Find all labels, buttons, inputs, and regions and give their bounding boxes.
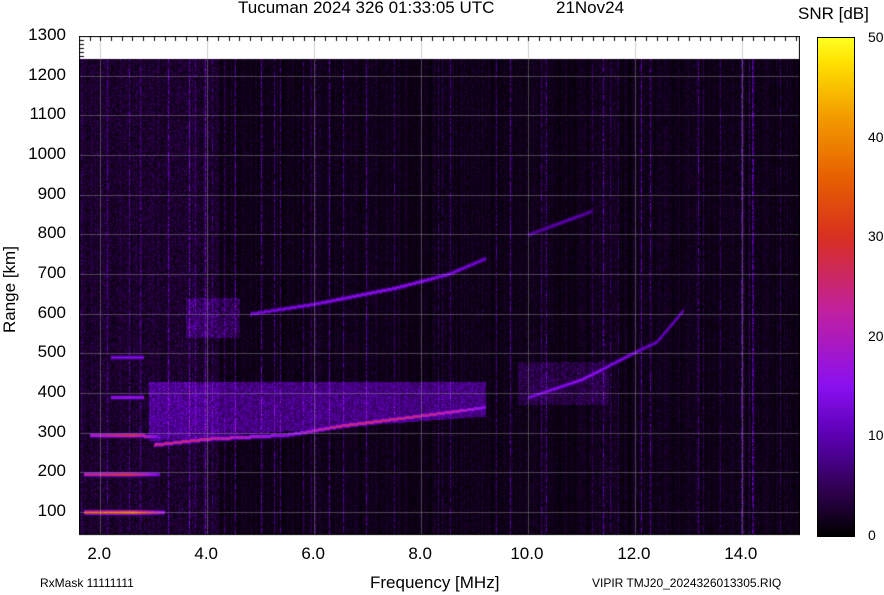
y-tick-label: 1100 — [29, 104, 66, 124]
chart-date: 21Nov24 — [556, 0, 625, 17]
y-tick-label: 700 — [37, 262, 66, 282]
ionogram: Tucuman 2024 326 01:33:05 UTC 21Nov24 SN… — [0, 0, 884, 595]
colorbar-label: SNR [dB] — [798, 4, 869, 23]
y-tick-label: 100 — [37, 500, 66, 520]
y-tick-label: 200 — [37, 461, 66, 481]
x-tick-label: 14.0 — [724, 544, 758, 563]
x-tick-label: 2.0 — [87, 544, 112, 563]
colorbar-tick-label: 10 — [868, 427, 884, 444]
ionogram-plot-area — [79, 36, 800, 536]
colorbar-tick-label: 20 — [868, 327, 884, 344]
colorbar-tick-label: 30 — [868, 228, 884, 245]
x-tick-label: 8.0 — [408, 544, 432, 563]
colorbar-tick-label: 50 — [868, 29, 884, 45]
y-tick-label: 800 — [37, 223, 66, 243]
y-tick-label: 1000 — [28, 143, 66, 163]
colorbar-tick-label: 0 — [868, 527, 876, 543]
x-tick-label: 4.0 — [194, 544, 219, 563]
chart-title: Tucuman 2024 326 01:33:05 UTC — [238, 0, 495, 17]
y-tick-label: 900 — [37, 183, 66, 203]
y-tick-label: 500 — [37, 342, 66, 362]
x-tick-label: 10.0 — [510, 544, 544, 563]
rxmask-label: RxMask 11111111 — [40, 576, 134, 590]
y-tick-label: 300 — [37, 421, 66, 441]
colorbar — [817, 37, 855, 537]
y-tick-label: 600 — [37, 302, 66, 322]
y-tick-label: 1300 — [28, 25, 66, 44]
colorbar-tick-label: 40 — [868, 128, 884, 145]
x-tick-label: 6.0 — [301, 544, 325, 563]
y-tick-label: 400 — [37, 381, 66, 401]
x-axis-label: Frequency [MHz] — [370, 573, 500, 592]
y-tick-label: 1200 — [28, 64, 66, 84]
x-tick-label: 12.0 — [617, 544, 651, 563]
file-label: VIPIR TMJ20_2024326013305.RIQ — [592, 576, 782, 590]
y-axis-label: Range [km] — [0, 246, 19, 333]
